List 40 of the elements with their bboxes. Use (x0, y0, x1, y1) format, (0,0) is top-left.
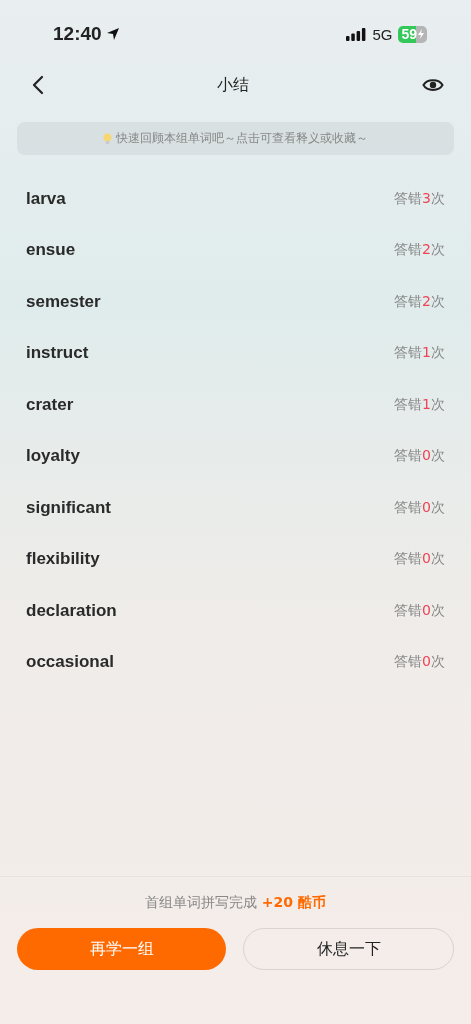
word-text: instruct (26, 343, 89, 364)
word-row[interactable]: semester 答错2次 (0, 276, 471, 328)
word-text: semester (26, 291, 101, 312)
error-count: 答错0次 (394, 550, 445, 569)
eye-icon[interactable] (422, 77, 444, 93)
hint-text: 快速回顾本组单词吧～点击可查看释义或收藏～ (116, 130, 368, 147)
error-count: 答错0次 (394, 601, 445, 620)
word-text: crater (26, 394, 74, 415)
error-count: 答错1次 (394, 395, 445, 414)
word-text: larva (26, 188, 66, 209)
error-count: 答错3次 (394, 189, 445, 208)
word-text: loyalty (26, 446, 80, 467)
back-icon[interactable] (32, 75, 44, 95)
word-row[interactable]: declaration 答错0次 (0, 585, 471, 637)
network-label: 5G (372, 25, 393, 43)
error-count: 答错2次 (394, 292, 445, 311)
word-text: flexibility (26, 549, 100, 570)
lightbulb-icon (103, 132, 112, 145)
error-count: 答错2次 (394, 241, 445, 260)
error-count: 答错1次 (394, 344, 445, 363)
word-text: occasional (26, 652, 114, 673)
word-row[interactable]: instruct 答错1次 (0, 327, 471, 379)
word-text: declaration (26, 600, 117, 621)
word-row[interactable]: occasional 答错0次 (0, 636, 471, 688)
reward-message: 首组单词拼写完成 +20 酷币 (145, 894, 326, 912)
word-text: ensue (26, 240, 76, 261)
word-row[interactable]: significant 答错0次 (0, 482, 471, 534)
location-arrow-icon (105, 27, 120, 41)
word-row[interactable]: larva 答错3次 (0, 173, 471, 225)
word-row[interactable]: crater 答错1次 (0, 379, 471, 431)
status-time: 12:40 (53, 23, 102, 45)
signal-icon (346, 27, 367, 41)
page-title: 小结 (217, 74, 249, 96)
error-count: 答错0次 (394, 653, 445, 672)
word-row[interactable]: loyalty 答错0次 (0, 430, 471, 482)
error-count: 答错0次 (394, 498, 445, 517)
error-count: 答错0次 (394, 447, 445, 466)
word-text: significant (26, 497, 111, 518)
word-row[interactable]: ensue 答错2次 (0, 224, 471, 276)
word-row[interactable]: flexibility 答错0次 (0, 533, 471, 585)
